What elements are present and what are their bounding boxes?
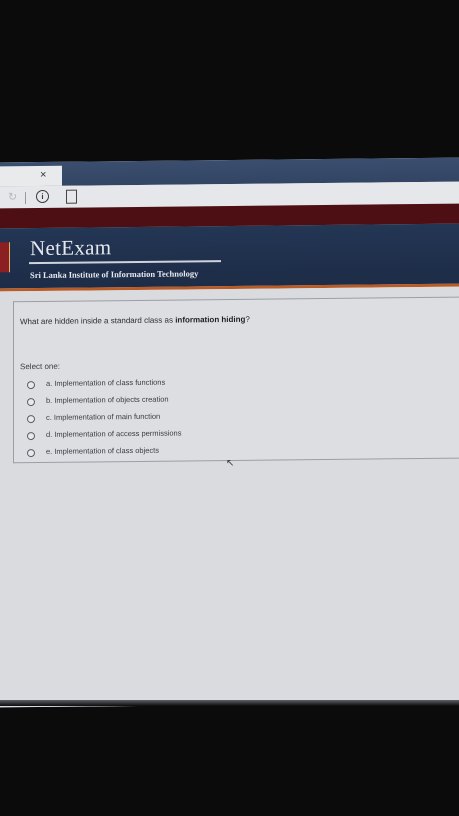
browser-tab[interactable]: × <box>0 165 62 187</box>
monitor-screen: × ↻ i NetExam Sri Lanka Institute of Inf… <box>0 157 459 708</box>
app-title: NetExam <box>30 235 112 261</box>
option-label[interactable]: e. Implementation of class objects <box>46 446 159 456</box>
institute-logo <box>0 242 10 273</box>
option-label[interactable]: b. Implementation of objects creation <box>46 395 169 405</box>
select-one-label: Select one: <box>20 361 61 372</box>
info-icon[interactable]: i <box>36 189 49 204</box>
question-prefix: What are hidden inside a standard class … <box>20 315 176 327</box>
tab-close-icon[interactable]: × <box>40 169 46 181</box>
option-label[interactable]: a. Implementation of class functions <box>46 378 165 388</box>
answer-option-e[interactable]: e. Implementation of class objects <box>27 444 287 459</box>
answer-option-d[interactable]: d. Implementation of access permissions <box>27 427 287 442</box>
question-suffix: ? <box>245 314 250 324</box>
institute-name: Sri Lanka Institute of Information Techn… <box>30 268 199 281</box>
answer-option-a[interactable]: a. Implementation of class functions <box>27 376 287 391</box>
question-keyword: information hiding <box>175 314 246 325</box>
reload-icon[interactable]: ↻ <box>8 190 17 203</box>
main-content: What are hidden inside a standard class … <box>0 286 459 708</box>
option-label[interactable]: c. Implementation of main function <box>46 412 160 422</box>
monitor-bezel-edge <box>0 700 459 706</box>
answer-option-c[interactable]: c. Implementation of main function <box>27 410 287 425</box>
page-icon[interactable] <box>66 189 77 204</box>
question-text: What are hidden inside a standard class … <box>20 315 250 326</box>
toolbar-divider <box>25 192 26 205</box>
mouse-cursor-icon: ↖ <box>226 457 235 470</box>
radio-button[interactable] <box>27 381 35 390</box>
radio-button[interactable] <box>27 449 35 458</box>
radio-button[interactable] <box>27 432 35 441</box>
radio-button[interactable] <box>27 398 35 407</box>
option-label[interactable]: d. Implementation of access permissions <box>46 429 181 439</box>
question-box: What are hidden inside a standard class … <box>13 296 459 469</box>
site-header: NetExam Sri Lanka Institute of Informati… <box>0 223 459 289</box>
answer-option-b[interactable]: b. Implementation of objects creation <box>27 393 287 408</box>
radio-button[interactable] <box>27 415 35 424</box>
